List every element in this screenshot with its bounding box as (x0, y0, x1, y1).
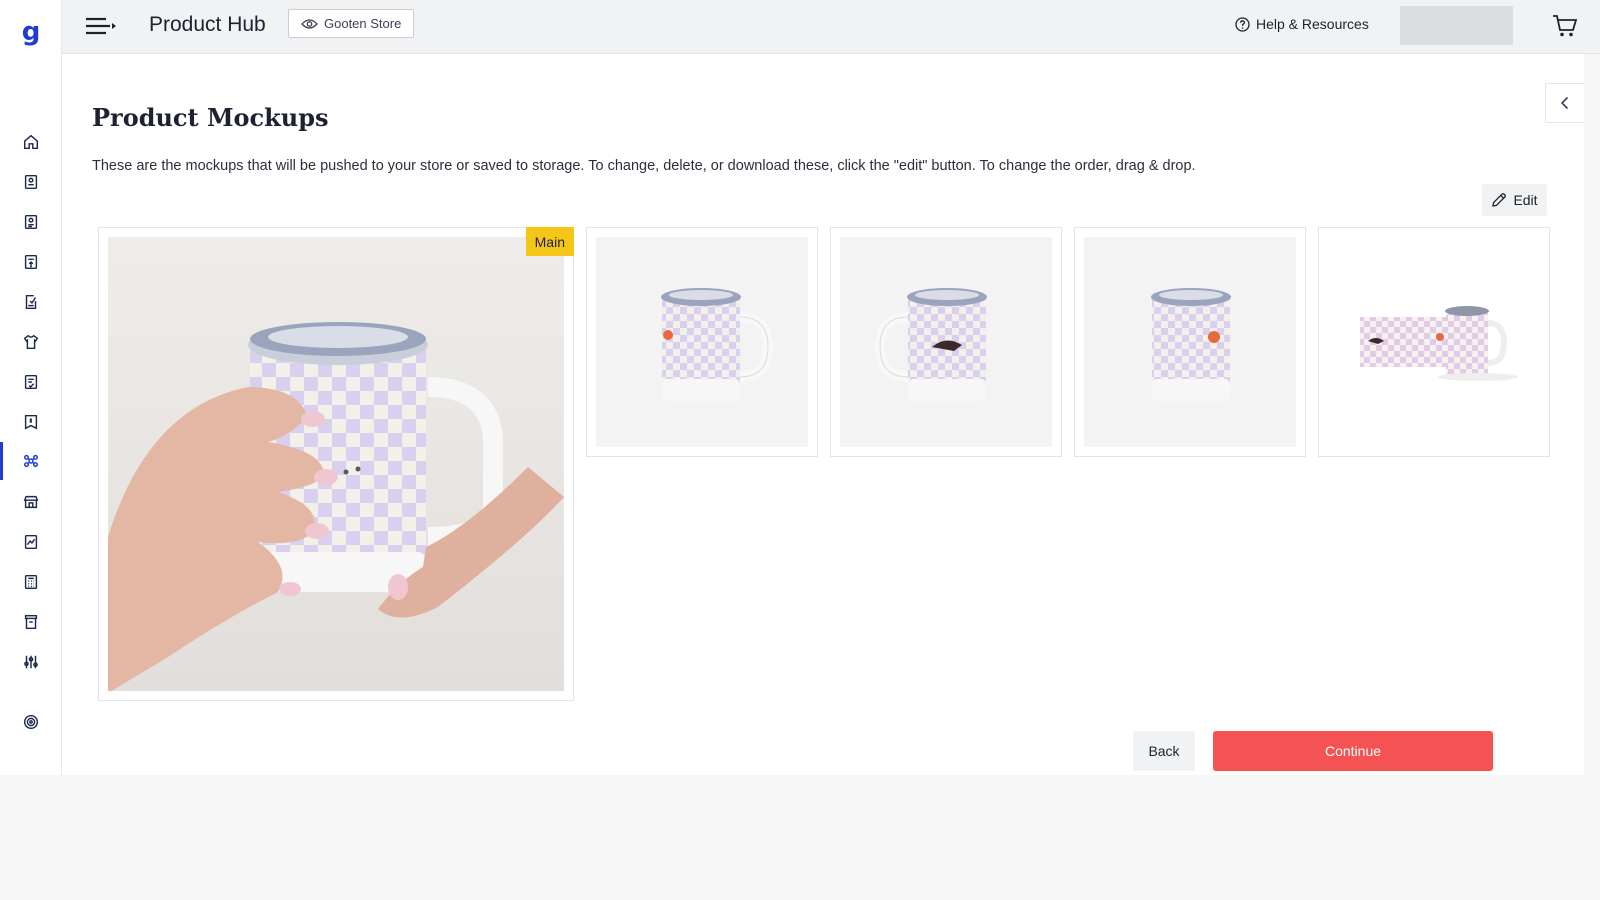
help-circle-icon (1235, 16, 1250, 32)
chevron-left-icon (1560, 96, 1569, 110)
collapse-panel-button[interactable] (1545, 83, 1584, 123)
sidebar-item-settings[interactable] (0, 643, 62, 681)
mockup-card-4[interactable] (1074, 227, 1306, 457)
main-panel: Product Mockups These are the mockups th… (62, 54, 1584, 775)
app-title: Product Hub (149, 13, 266, 36)
eye-icon (301, 18, 318, 29)
pencil-icon (1492, 193, 1507, 207)
mockup-image-mug-handle-left (840, 237, 1052, 447)
edit-button[interactable]: Edit (1482, 184, 1547, 216)
sidebar-item-upload[interactable] (0, 243, 62, 281)
sidebar-item-returns[interactable] (0, 283, 62, 321)
page-title: Product Mockups (92, 103, 329, 132)
sidebar: g (0, 0, 62, 775)
sidebar-item-support[interactable] (0, 703, 62, 741)
settings-sliders-icon (24, 655, 38, 669)
mockup-image-mug-handle-right (596, 237, 808, 447)
sidebar-item-archive[interactable] (0, 603, 62, 641)
sidebar-item-reports[interactable] (0, 523, 62, 561)
tshirt-icon (23, 334, 39, 350)
mockup-image-hands-holding-mug (108, 237, 564, 691)
page-description: These are the mockups that will be pushe… (92, 158, 1196, 174)
reports-icon (24, 534, 38, 550)
checklist-icon (24, 374, 38, 390)
upload-icon (24, 254, 38, 270)
sidebar-item-calculator[interactable] (0, 563, 62, 601)
target-icon (23, 714, 39, 730)
help-label: Help & Resources (1256, 16, 1369, 32)
gooten-logo[interactable]: g (0, 12, 62, 52)
sidebar-item-home[interactable] (0, 123, 62, 161)
help-resources-link[interactable]: Help & Resources (1235, 16, 1369, 32)
sidebar-item-billing[interactable] (0, 403, 62, 441)
sidebar-item-product-hub[interactable] (0, 442, 62, 480)
mockup-image-mug-wrap-design (1328, 237, 1540, 447)
billing-icon (24, 414, 38, 430)
store-name: Gooten Store (324, 16, 402, 31)
sidebar-item-orders[interactable] (0, 163, 62, 201)
order-list-icon (24, 214, 38, 230)
cart-icon[interactable] (1552, 14, 1578, 38)
mockup-card-main[interactable]: Main (98, 227, 574, 701)
store-icon (23, 495, 39, 509)
mug-in-hands-illustration (108, 237, 564, 691)
logo-letter: g (21, 17, 41, 47)
main-badge: Main (525, 227, 574, 256)
archive-icon (24, 614, 38, 630)
sidebar-item-store[interactable] (0, 483, 62, 521)
sidebar-item-products[interactable] (0, 323, 62, 361)
mockup-card-3[interactable] (830, 227, 1062, 457)
home-icon (23, 134, 39, 150)
sidebar-item-order-list[interactable] (0, 203, 62, 241)
returns-icon (25, 294, 37, 310)
product-hub-icon (23, 454, 39, 468)
account-menu[interactable] (1400, 6, 1513, 45)
store-preview-button[interactable]: Gooten Store (288, 9, 415, 38)
calculator-icon (24, 574, 38, 590)
continue-button[interactable]: Continue (1213, 731, 1493, 771)
mockup-card-5[interactable] (1318, 227, 1550, 457)
mockup-image-mug-front (1084, 237, 1296, 447)
sidebar-item-checklist[interactable] (0, 363, 62, 401)
orders-icon (24, 174, 38, 190)
back-button[interactable]: Back (1133, 731, 1195, 771)
edit-label: Edit (1513, 192, 1538, 208)
top-bar: Product Hub Gooten Store Help & Resource… (62, 0, 1600, 54)
mockup-card-2[interactable] (586, 227, 818, 457)
menu-toggle-icon[interactable] (84, 14, 118, 38)
